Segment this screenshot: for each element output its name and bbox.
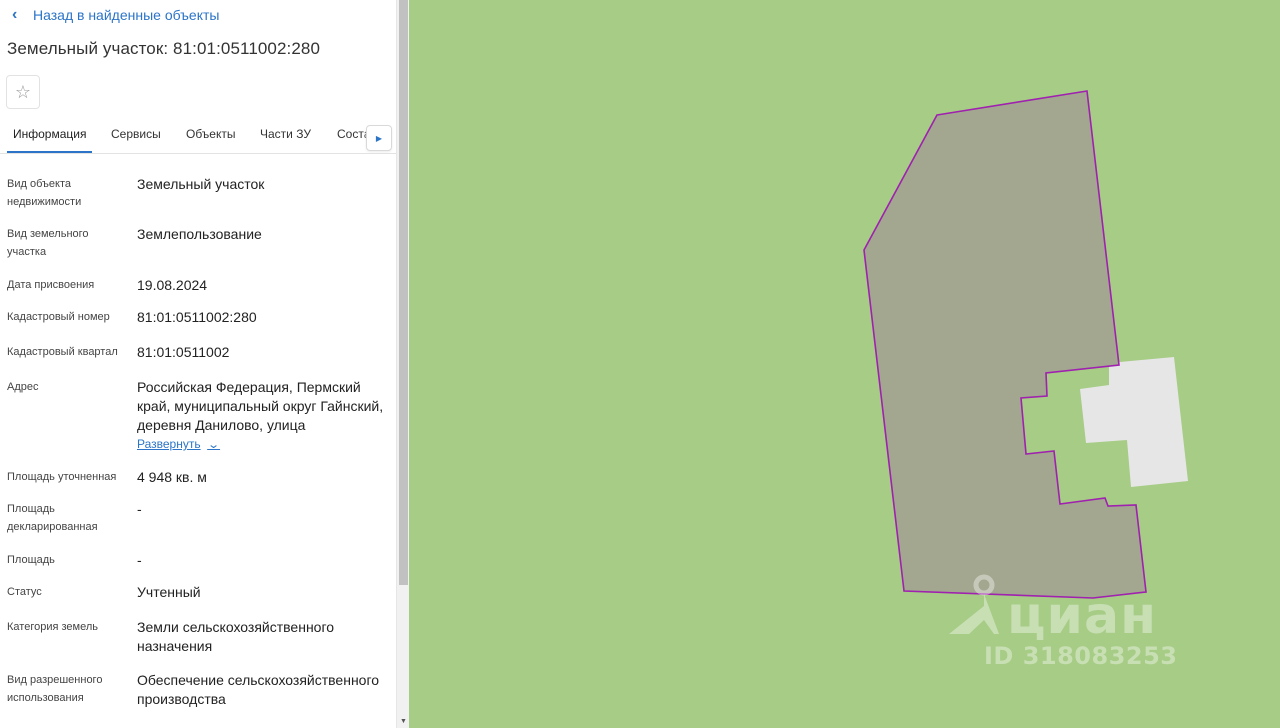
caret-right-icon: ▶ [375,133,383,143]
watermark-brand: циан [1007,586,1157,646]
tab-information[interactable]: Информация [13,127,86,141]
star-icon: ☆ [14,81,32,102]
detail-value: - [137,552,142,568]
detail-label: Вид земельного участка [7,228,89,258]
expand-address-link[interactable]: Развернуть ⌄ [137,437,220,451]
map-view[interactable]: циан ID 318083253 [409,0,1280,728]
detail-label: Статус [7,586,42,598]
detail-value: 81:01:0511002:280 [137,309,257,325]
watermark-id: ID 318083253 [984,642,1178,670]
expand-label: Развернуть [137,437,201,451]
detail-label: Площадь декларированная [7,503,98,533]
scroll-down-arrow-icon[interactable]: ▼ [399,717,408,726]
detail-label: Кадастровый номер [7,311,110,323]
detail-value: Обеспечение сельскохозяйственного произв… [137,672,380,707]
land-parcel-polygon[interactable] [863,90,1147,599]
location-pin-icon [949,574,999,634]
detail-value: Земельный участок [137,176,265,192]
detail-value: Учтенный [137,584,201,600]
detail-row-address: Адрес Российская Федерация, Пермский кра… [0,378,396,456]
detail-label: Дата присвоения [7,279,95,291]
detail-value: Российская Федерация, Пермский край, мун… [137,379,384,433]
detail-value: 4 948 кв. м [137,469,207,485]
tabs-scroll-right-button[interactable]: ▶ [366,125,392,151]
back-link-label: Назад в найденные объекты [33,7,220,23]
chevron-left-icon: ‹ [12,6,18,23]
page-title: Земельный участок: 81:01:0511002:280 [7,39,321,58]
detail-value: - [137,501,142,517]
tab-bar: Информация Сервисы Объекты Части ЗУ Сост… [0,119,396,154]
detail-label: Вид разрешенного использования [7,674,103,704]
detail-label: Площадь уточненная [7,471,117,483]
detail-value: Земли сельскохозяйственного назначения [137,619,335,654]
detail-label: Категория земель [7,621,98,633]
tab-parts[interactable]: Части ЗУ [260,127,311,141]
detail-label: Вид объекта недвижимости [7,178,82,208]
detail-label: Площадь [7,554,55,566]
tab-objects[interactable]: Объекты [186,127,236,141]
scrollbar-thumb[interactable] [399,0,408,585]
detail-value: 19.08.2024 [137,277,208,293]
building-footprint [1080,357,1188,487]
chevron-down-icon: ⌄ [206,438,220,451]
info-panel: ‹ Назад в найденные объекты Земельный уч… [0,0,396,728]
active-tab-indicator [7,151,92,153]
back-to-results-link[interactable]: ‹ Назад в найденные объекты [12,6,219,24]
detail-value: 81:01:0511002 [137,344,230,360]
favorite-button[interactable]: ☆ [6,75,40,109]
tab-services[interactable]: Сервисы [111,127,161,141]
panel-scrollbar[interactable]: ▼ [396,0,409,728]
detail-label: Кадастровый квартал [7,346,118,358]
detail-label: Адрес [7,381,39,393]
detail-value: Землепользование [137,226,262,242]
